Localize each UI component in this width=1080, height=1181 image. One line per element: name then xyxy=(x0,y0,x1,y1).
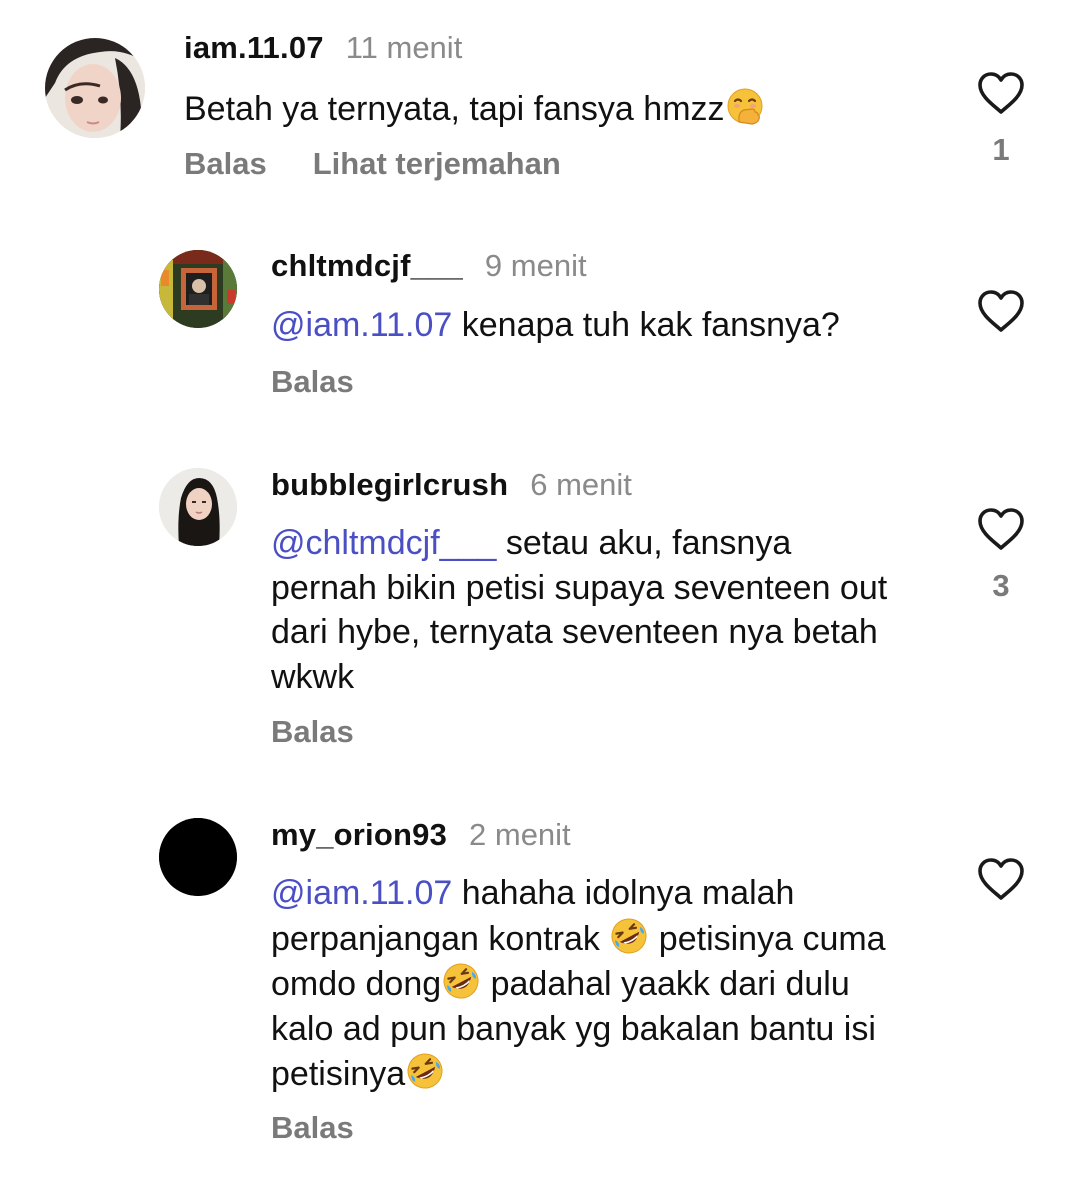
reply-button[interactable]: Balas xyxy=(271,714,354,749)
heart-icon xyxy=(976,856,1026,902)
avatar[interactable] xyxy=(45,38,145,138)
reply-item: my_orion93 2 menit @iam.11.07 hahaha ido… xyxy=(0,800,1080,1170)
comment-item: iam.11.07 11 menit Betah ya ternyata, ta… xyxy=(0,0,1080,200)
reply-button[interactable]: Balas xyxy=(271,364,354,399)
comment-meta: chltmdcjf___ 9 menit xyxy=(271,248,587,284)
like-button[interactable] xyxy=(976,506,1026,552)
avatar[interactable] xyxy=(159,250,237,328)
timestamp: 6 menit xyxy=(530,467,632,502)
comment-body: Betah ya ternyata, tapi fansya hmzz xyxy=(184,90,725,128)
like-count: 1 xyxy=(992,132,1010,167)
avatar-photo-icon xyxy=(159,818,237,896)
rolling-on-floor-laughing-emoji-icon xyxy=(609,916,649,956)
username[interactable]: iam.11.07 xyxy=(184,30,324,66)
mention-link[interactable]: @chltmdcjf___ xyxy=(271,524,496,562)
timestamp: 11 menit xyxy=(345,30,463,65)
rolling-on-floor-laughing-emoji-icon xyxy=(405,1051,445,1091)
see-translation-button[interactable]: Lihat terjemahan xyxy=(313,146,561,181)
comment-text: Betah ya ternyata, tapi fansya hmzz xyxy=(184,86,944,132)
heart-icon xyxy=(976,70,1026,116)
username[interactable]: my_orion93 xyxy=(271,817,447,853)
reply-item: chltmdcjf___ 9 menit @iam.11.07 kenapa t… xyxy=(0,230,1080,420)
comment-text: @iam.11.07 hahaha idolnya malah perpanja… xyxy=(271,871,911,1097)
heart-icon xyxy=(976,288,1026,334)
like-button[interactable] xyxy=(976,70,1026,116)
like-button[interactable] xyxy=(976,288,1026,334)
avatar[interactable] xyxy=(159,468,237,546)
mention-link[interactable]: @iam.11.07 xyxy=(271,306,452,344)
comment-actions: Balas Lihat terjemahan xyxy=(184,146,561,182)
avatar[interactable] xyxy=(159,818,237,896)
hand-over-mouth-emoji-icon xyxy=(725,86,765,126)
comment-body: kenapa tuh kak fansnya? xyxy=(452,306,840,344)
mention-link[interactable]: @iam.11.07 xyxy=(271,874,452,912)
timestamp: 9 menit xyxy=(484,248,587,283)
comment-meta: bubblegirlcrush 6 menit xyxy=(271,467,632,503)
reply-button[interactable]: Balas xyxy=(271,1110,354,1145)
username[interactable]: bubblegirlcrush xyxy=(271,467,508,503)
heart-icon xyxy=(976,506,1026,552)
avatar-photo-icon xyxy=(159,250,237,328)
reply-item: bubblegirlcrush 6 menit @chltmdcjf___ se… xyxy=(0,450,1080,770)
timestamp: 2 menit xyxy=(469,817,571,852)
comment-meta: iam.11.07 11 menit xyxy=(184,30,462,66)
rolling-on-floor-laughing-emoji-icon xyxy=(441,961,481,1001)
reply-button[interactable]: Balas xyxy=(184,146,267,181)
username[interactable]: chltmdcjf___ xyxy=(271,248,463,284)
like-count: 3 xyxy=(992,568,1010,603)
comment-actions: Balas xyxy=(271,1110,354,1146)
avatar-photo-icon xyxy=(159,468,237,546)
avatar-photo-icon xyxy=(45,38,145,138)
comment-text: @iam.11.07 kenapa tuh kak fansnya? xyxy=(271,303,951,348)
comment-actions: Balas xyxy=(271,714,354,750)
comment-meta: my_orion93 2 menit xyxy=(271,817,571,853)
comment-text: @chltmdcjf___ setau aku, fansnya pernah … xyxy=(271,521,891,699)
comment-actions: Balas xyxy=(271,364,354,400)
like-button[interactable] xyxy=(976,856,1026,902)
